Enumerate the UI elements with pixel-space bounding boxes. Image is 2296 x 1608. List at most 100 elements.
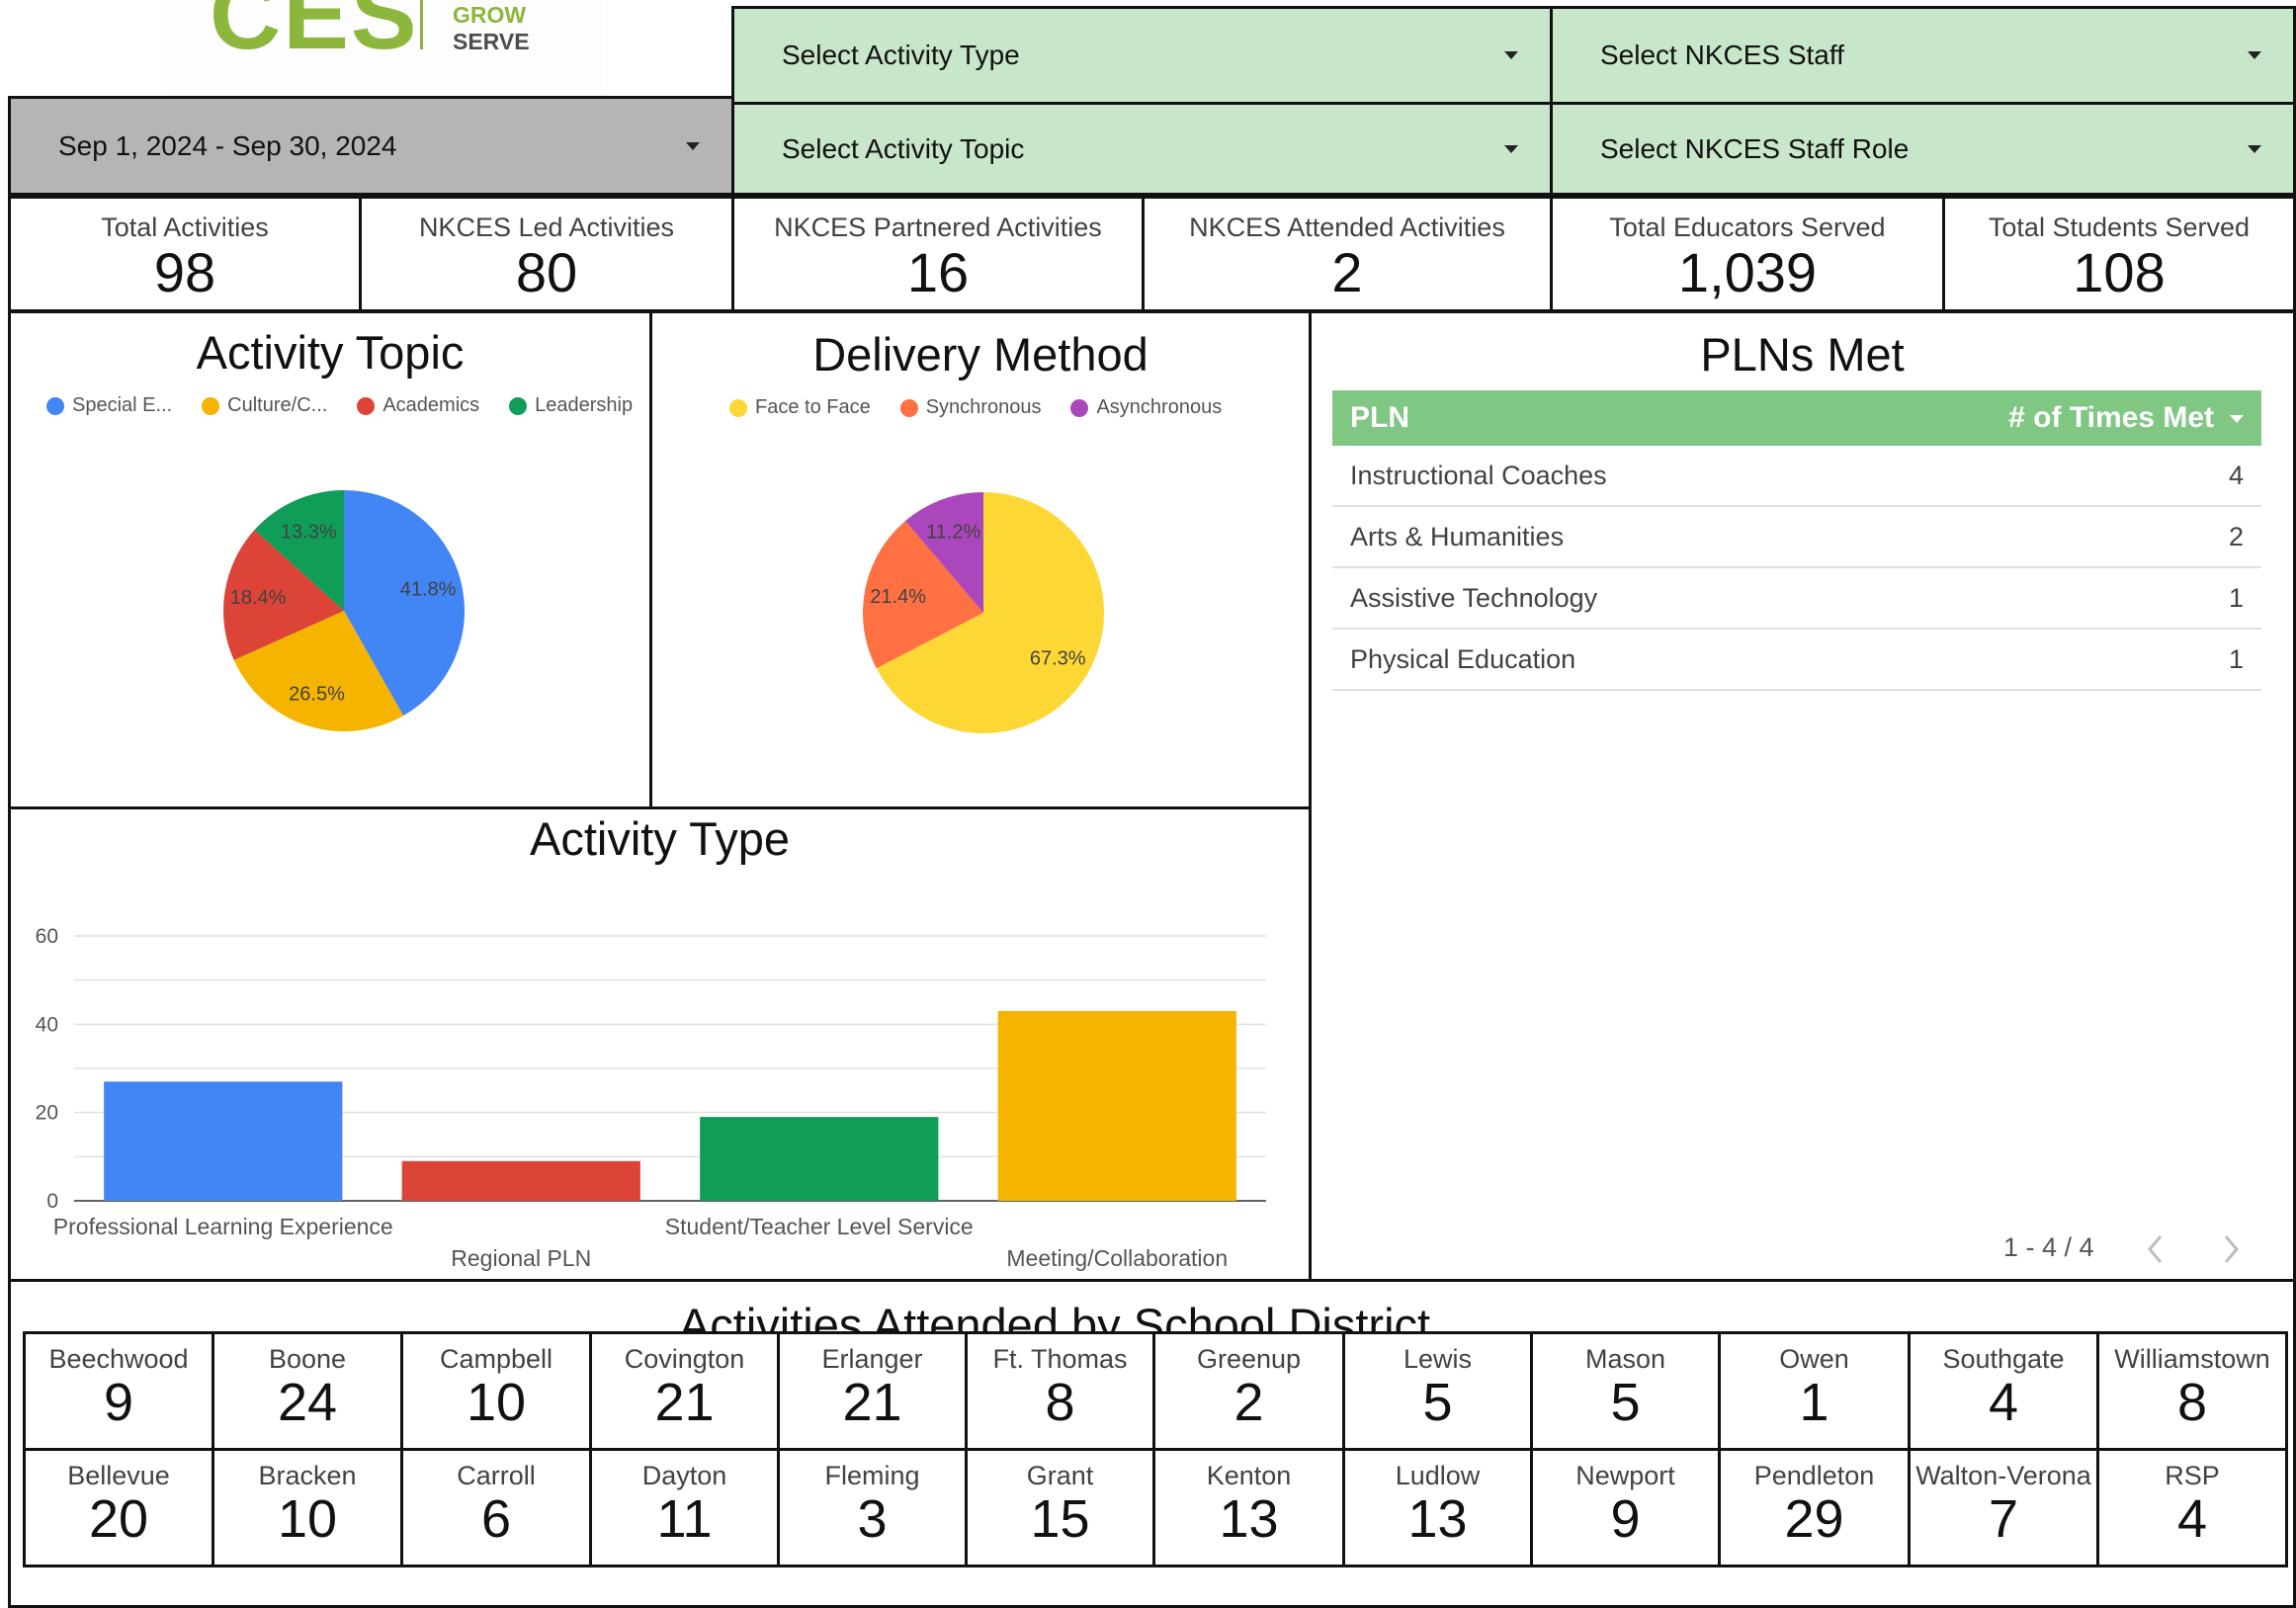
pln-count: 2 [2228,521,2244,551]
district-count: 8 [1045,1373,1075,1432]
district-name: Bellevue [67,1461,170,1490]
district-count: 1 [1799,1373,1829,1432]
district-card: Mason 5 [1530,1331,1721,1451]
district-card: Southgate 4 [1908,1331,2099,1451]
district-card: Williamstown 8 [2096,1331,2288,1451]
district-card: Lewis 5 [1342,1331,1533,1451]
pie-slice-label: 18.4% [230,587,287,609]
district-name: Newport [1575,1461,1675,1490]
staff-filter[interactable]: Select NKCES Staff [1550,6,2296,105]
times-met-column-header[interactable]: # of Times Met [2008,401,2244,435]
table-row[interactable]: Arts & Humanities 2 [1332,507,2261,568]
logo-letters: CES [210,0,419,70]
district-count: 5 [1610,1373,1641,1432]
district-count: 13 [1219,1489,1279,1549]
district-count: 15 [1030,1489,1090,1549]
district-count: 8 [2176,1373,2208,1432]
plns-met-title: PLNs Met [1700,328,1905,381]
kpi-value: 2 [1331,241,1363,303]
district-count: 4 [1988,1373,2019,1432]
activity-topic-panel: Activity Topic Special E... Culture/C...… [8,310,652,809]
district-card: Greenup 2 [1152,1331,1345,1451]
chevron-down-icon [2248,144,2261,153]
district-name: Southgate [1942,1344,2065,1374]
kpi-label: Total Educators Served [1609,212,1886,242]
x-category-label: Professional Learning Experience [53,1214,393,1239]
pln-count: 1 [2228,643,2244,674]
activity-topic-filter[interactable]: Select Activity Topic [731,102,1553,196]
district-name: Grant [1026,1461,1094,1490]
next-page-button[interactable] [2219,1232,2243,1266]
chevron-left-icon [2148,1235,2163,1263]
date-range-label: Sep 1, 2024 - Sep 30, 2024 [58,129,397,161]
district-name: RSP [2165,1461,2220,1490]
staff-role-filter-label: Select NKCES Staff Role [1600,132,1910,164]
pie-slice-label: 67.3% [1030,648,1086,670]
district-name: Williamstown [2114,1344,2270,1374]
plns-met-panel: PLNs Met PLN # of Times Met Instructiona… [1309,310,2296,1282]
district-name: Walton-Verona [1915,1461,2091,1490]
district-count: 7 [1988,1489,2019,1549]
district-card: Kenton 13 [1152,1448,1345,1567]
district-card: Bracken 10 [212,1448,403,1567]
nkces-logo: CES GROW SERVE [166,0,603,95]
kpi-label: NKCES Attended Activities [1189,212,1505,242]
pie-slice-label: 26.5% [289,684,345,706]
pln-name: Physical Education [1350,643,1576,674]
pln-column-header[interactable]: PLN [1350,401,2008,435]
y-tick-label: 60 [36,925,58,948]
kpi-attended-activities: NKCES Attended Activities 2 [1142,196,1553,312]
logo-serve-text: SERVE [453,29,530,54]
table-row[interactable]: Assistive Technology 1 [1332,568,2261,630]
bar [997,1010,1236,1201]
district-card: Newport 9 [1530,1448,1721,1567]
district-name: Pendleton [1753,1461,1875,1490]
district-card: Bellevue 20 [23,1448,214,1567]
bar [401,1160,640,1201]
kpi-value: 98 [153,241,216,303]
y-tick-label: 40 [36,1013,58,1036]
chevron-down-icon [1504,51,1518,59]
district-card: Fleming 3 [777,1448,968,1567]
district-card: Covington 21 [589,1331,780,1451]
district-name: Bracken [258,1461,357,1490]
district-name: Ludlow [1395,1461,1481,1490]
pln-count: 4 [2228,460,2244,490]
pie-slice-label: 21.4% [870,586,926,608]
table-row[interactable]: Instructional Coaches 4 [1332,446,2261,507]
pln-name: Arts & Humanities [1350,521,1565,551]
district-card: Grant 15 [965,1448,1155,1567]
district-count: 21 [654,1373,715,1432]
district-card: RSP 4 [2096,1448,2288,1567]
kpi-label: NKCES Led Activities [418,212,675,242]
date-range-picker[interactable]: Sep 1, 2024 - Sep 30, 2024 [8,96,734,196]
kpi-led-activities: NKCES Led Activities 80 [359,196,734,312]
kpi-value: 108 [2073,241,2166,303]
district-count: 9 [103,1373,134,1432]
district-count: 29 [1784,1489,1844,1549]
delivery-method-pie-chart: 67.3% 21.4% 11.2% [863,492,1104,733]
district-card: Owen 1 [1718,1331,1911,1451]
sort-desc-icon [2230,415,2244,424]
times-met-header-label: # of Times Met [2008,401,2214,434]
kpi-students-served: Total Students Served 108 [1942,196,2296,312]
pie-slice-label: 13.3% [281,522,337,544]
activity-type-filter[interactable]: Select Activity Type [731,6,1553,105]
district-count: 20 [88,1489,149,1549]
district-count: 11 [656,1489,713,1549]
delivery-method-panel: Delivery Method Face to Face Synchronous… [649,310,1312,809]
prev-page-button[interactable] [2144,1232,2168,1266]
staff-role-filter[interactable]: Select NKCES Staff Role [1550,102,2296,196]
district-count: 5 [1422,1373,1453,1432]
district-card: Erlanger 21 [777,1331,968,1451]
district-panel: Activities Attended by School District B… [8,1279,2296,1608]
kpi-label: Total Students Served [1988,212,2251,242]
table-row[interactable]: Physical Education 1 [1332,630,2261,691]
x-category-label: Student/Teacher Level Service [665,1214,974,1239]
pln-name: Instructional Coaches [1350,460,1607,490]
x-category-label: Regional PLN [451,1245,591,1271]
kpi-total-activities: Total Activities 98 [8,196,362,312]
bar [104,1081,343,1201]
district-card: Campbell 10 [400,1331,592,1451]
bar [700,1117,939,1201]
